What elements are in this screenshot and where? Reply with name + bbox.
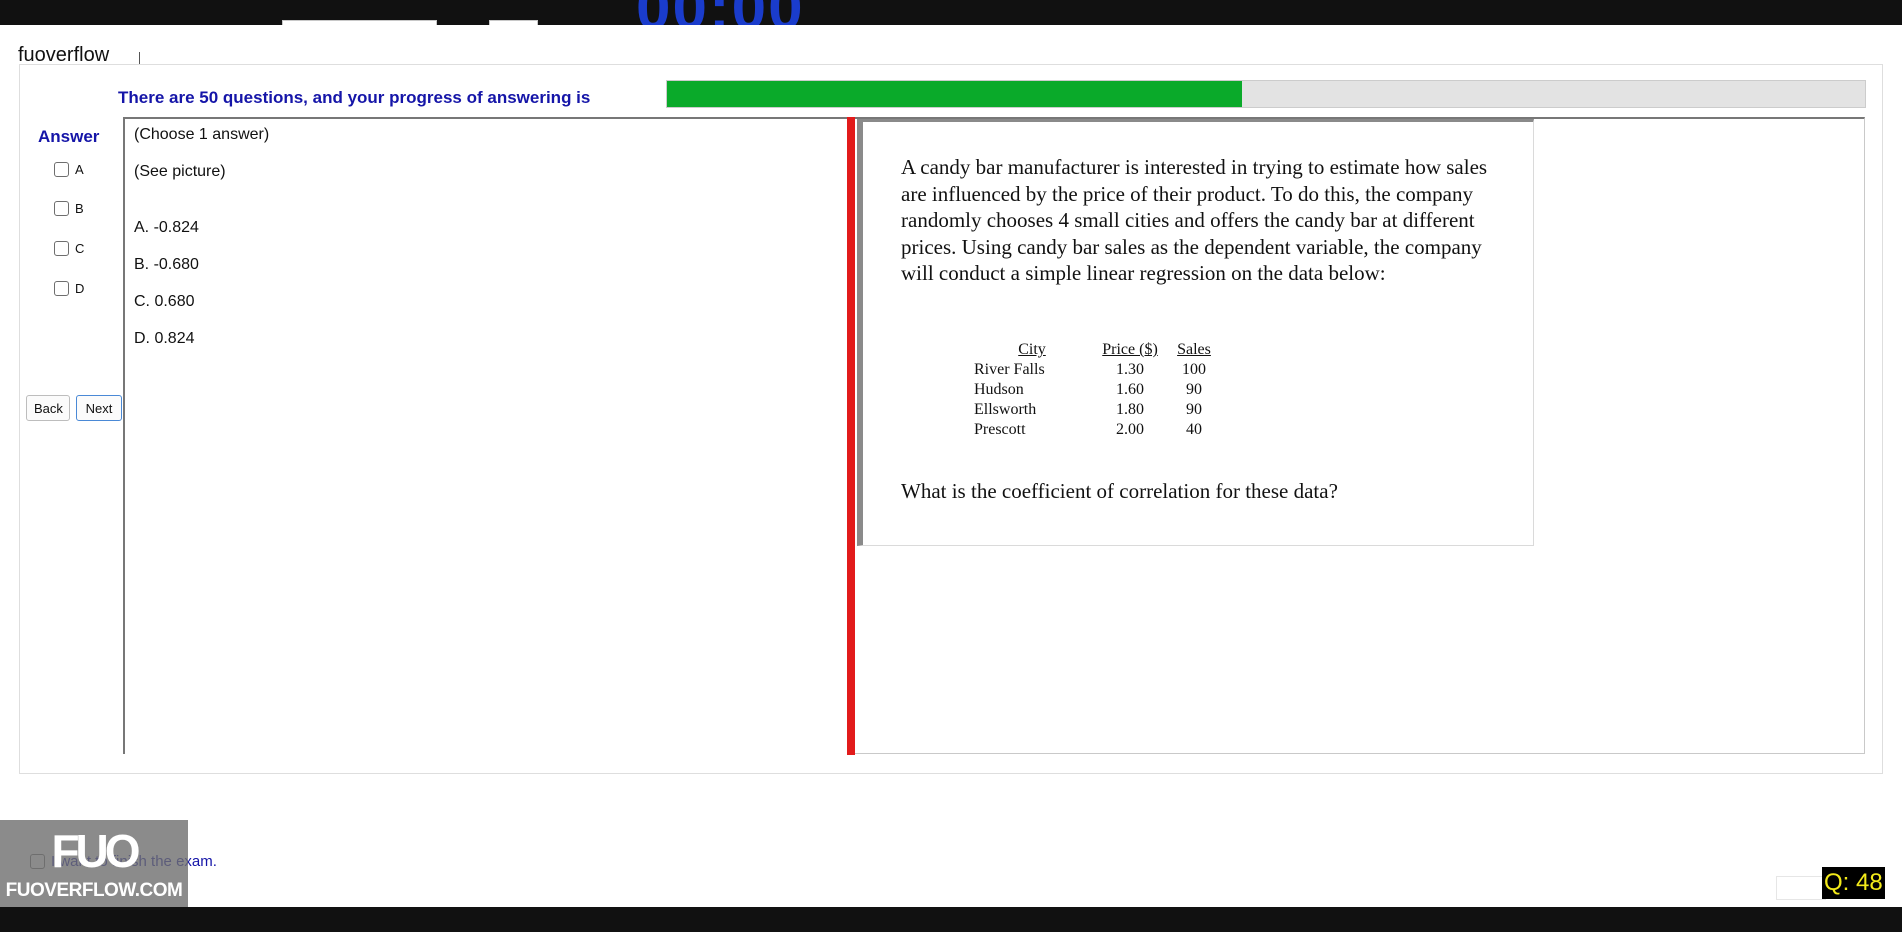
table-cell-city: River Falls — [974, 361, 1045, 378]
watermark: FUO FUOVERFLOW.COM — [0, 820, 188, 908]
progress-label: There are 50 questions, and your progres… — [118, 88, 591, 107]
table-cell-sales: 100 — [1182, 361, 1206, 378]
answer-option-a[interactable]: A — [54, 162, 84, 177]
answer-option-label: C — [75, 241, 85, 256]
choice-a-text: A. -0.824 — [134, 219, 199, 236]
table-cell-price: 1.30 — [1116, 361, 1144, 378]
top-small-field[interactable] — [489, 20, 538, 25]
answer-b-checkbox[interactable] — [54, 201, 69, 216]
table-header-sales: Sales — [1177, 341, 1211, 358]
table-header-city: City — [1018, 341, 1046, 358]
watermark-site: FUOVERFLOW.COM — [5, 880, 183, 901]
table-row: Ellsworth 1.80 90 — [974, 400, 1218, 420]
answer-c-checkbox[interactable] — [54, 241, 69, 256]
picture-question-text: What is the coefficient of correlation f… — [901, 479, 1338, 503]
top-input-field[interactable] — [282, 20, 437, 25]
bottom-bar — [0, 907, 1902, 932]
question-instruction: (Choose 1 answer) — [134, 126, 270, 143]
progress-bar-fill — [667, 81, 1243, 107]
table-cell-city: Ellsworth — [974, 401, 1037, 418]
answer-d-checkbox[interactable] — [54, 281, 69, 296]
pane-splitter[interactable] — [847, 117, 855, 755]
table-cell-price: 1.60 — [1116, 381, 1144, 398]
table-cell-price: 2.00 — [1116, 421, 1144, 438]
choice-d-text: D. 0.824 — [134, 330, 195, 347]
answer-option-label: A — [75, 162, 84, 177]
answer-option-d[interactable]: D — [54, 281, 84, 296]
choice-b-text: B. -0.680 — [134, 256, 199, 273]
answer-a-checkbox[interactable] — [54, 162, 69, 177]
exam-timer: 00:00 — [636, 0, 805, 25]
table-cell-city: Hudson — [974, 381, 1024, 398]
next-button[interactable]: Next — [76, 395, 122, 421]
watermark-logo: FUO — [51, 825, 140, 877]
answer-option-b[interactable]: B — [54, 201, 84, 216]
answer-heading: Answer — [38, 127, 100, 146]
table-header-price: Price ($) — [1102, 341, 1158, 358]
picture-data-table: City Price ($) Sales River Falls 1.30 10… — [974, 340, 1218, 440]
question-counter: Q: 48 — [1822, 867, 1885, 899]
answer-option-c[interactable]: C — [54, 241, 84, 256]
progress-bar — [666, 80, 1866, 108]
question-prompt: (See picture) — [134, 163, 226, 180]
question-text-box — [123, 117, 851, 754]
back-button[interactable]: Back — [26, 395, 70, 421]
table-cell-sales: 90 — [1186, 381, 1202, 398]
choice-c-text: C. 0.680 — [134, 293, 195, 310]
table-cell-price: 1.80 — [1116, 401, 1144, 418]
table-cell-sales: 90 — [1186, 401, 1202, 418]
table-row: River Falls 1.30 100 — [974, 360, 1218, 380]
top-bar: 00:00 — [0, 0, 1902, 25]
footer-input-field[interactable] — [1776, 876, 1826, 900]
answer-option-label: B — [75, 201, 84, 216]
table-row: Hudson 1.60 90 — [974, 380, 1218, 400]
table-cell-city: Prescott — [974, 421, 1026, 438]
table-cell-sales: 40 — [1186, 421, 1202, 438]
answer-option-label: D — [75, 281, 85, 296]
picture-body-text: A candy bar manufacturer is interested i… — [901, 155, 1488, 285]
table-row: Prescott 2.00 40 — [974, 420, 1218, 440]
